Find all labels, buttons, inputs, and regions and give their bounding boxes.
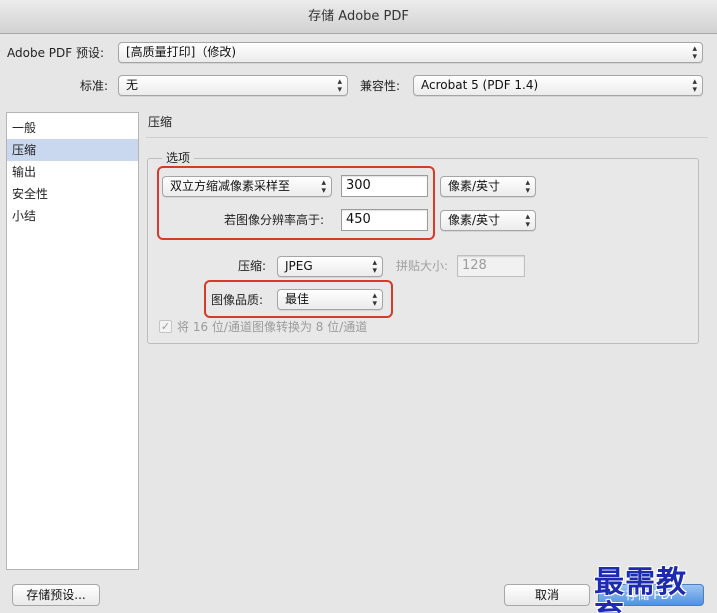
chevron-updown-icon <box>372 290 377 308</box>
downsample-unit-value: 像素/英寸 <box>448 179 501 193</box>
convert-16bit-label: 将 16 位/通道图像转换为 8 位/通道 <box>177 320 368 334</box>
sidebar-item-compression[interactable]: 压缩 <box>7 139 138 161</box>
compression-value: JPEG <box>285 259 313 273</box>
watermark-logo: 最需教育 <box>594 565 687 613</box>
chevron-updown-icon <box>525 177 530 195</box>
compression-select[interactable]: JPEG <box>277 256 383 277</box>
threshold-unit-value: 像素/英寸 <box>448 213 501 227</box>
cancel-button[interactable]: 取消 <box>504 584 590 606</box>
chevron-updown-icon <box>692 76 697 94</box>
sidebar-item-general[interactable]: 一般 <box>7 117 138 139</box>
sidebar-item-summary[interactable]: 小结 <box>7 205 138 227</box>
threshold-ppi-input[interactable]: 450 <box>341 209 428 231</box>
window-titlebar: 存储 Adobe PDF <box>0 0 717 34</box>
window-title: 存储 Adobe PDF <box>308 9 409 24</box>
downsample-unit-select[interactable]: 像素/英寸 <box>440 176 536 197</box>
threshold-label: 若图像分辨率高于: <box>224 213 325 227</box>
image-quality-value: 最佳 <box>285 292 310 306</box>
chevron-updown-icon <box>692 43 697 61</box>
sidebar-item-output[interactable]: 输出 <box>7 161 138 183</box>
tile-size-label: 拼贴大小: <box>396 259 449 273</box>
standard-value: 无 <box>126 78 139 92</box>
chevron-updown-icon <box>525 211 530 229</box>
chevron-updown-icon <box>337 76 342 94</box>
downsample-ppi-input[interactable]: 300 <box>341 175 428 197</box>
pane-divider <box>146 137 708 138</box>
category-sidebar: 一般 压缩 输出 安全性 小结 <box>6 112 139 570</box>
preset-label: Adobe PDF 预设: <box>7 46 105 60</box>
compat-select[interactable]: Acrobat 5 (PDF 1.4) <box>413 75 703 96</box>
chevron-updown-icon <box>372 257 377 275</box>
chevron-updown-icon <box>321 177 326 195</box>
preset-value: [高质量打印]（修改) <box>126 45 237 59</box>
convert-16bit-checkbox[interactable]: ✓ <box>159 320 172 333</box>
preset-select[interactable]: [高质量打印]（修改) <box>118 42 703 63</box>
options-group-legend: 选项 <box>162 150 195 166</box>
pane-title: 压缩 <box>148 115 173 129</box>
downsample-method-value: 双立方缩减像素采样至 <box>170 179 291 193</box>
standard-select[interactable]: 无 <box>118 75 348 96</box>
standard-label: 标准: <box>80 79 109 93</box>
compat-label: 兼容性: <box>360 79 401 93</box>
checkmark-icon: ✓ <box>160 320 171 333</box>
sidebar-item-security[interactable]: 安全性 <box>7 183 138 205</box>
compat-value: Acrobat 5 (PDF 1.4) <box>421 78 539 92</box>
threshold-unit-select[interactable]: 像素/英寸 <box>440 210 536 231</box>
save-preset-button[interactable]: 存储预设... <box>12 584 100 606</box>
tile-size-input[interactable]: 128 <box>457 255 525 277</box>
image-quality-label: 图像品质: <box>211 293 264 307</box>
downsample-method-select[interactable]: 双立方缩减像素采样至 <box>162 176 332 197</box>
compression-label: 压缩: <box>238 259 267 273</box>
image-quality-select[interactable]: 最佳 <box>277 289 383 310</box>
